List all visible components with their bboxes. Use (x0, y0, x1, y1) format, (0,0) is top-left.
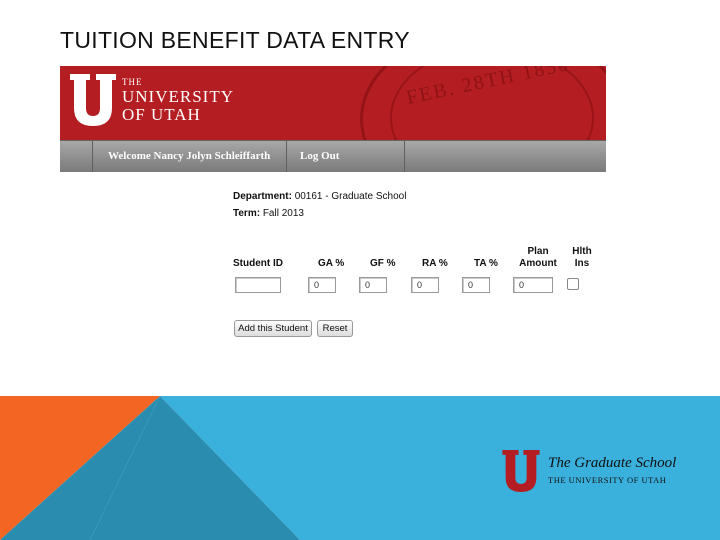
logout-link[interactable]: Log Out (300, 150, 339, 162)
col-plan-amount-line2: Amount (519, 258, 557, 269)
university-wordmark[interactable]: THE UNIVERSITY OF UTAH (122, 77, 234, 124)
graduate-school-title: The Graduate School (548, 455, 677, 471)
web-app-screenshot: FEB. 28TH 1850 THE UNIVERSITY OF UTAH We… (60, 66, 606, 396)
ta-percent-input[interactable]: 0 (462, 277, 490, 293)
ra-percent-input[interactable]: 0 (411, 277, 439, 293)
slide-title: TUITION BENEFIT DATA ENTRY (60, 27, 410, 53)
nav-separator (286, 141, 287, 172)
student-id-input[interactable] (235, 277, 281, 293)
graduate-school-subtitle: THE UNIVERSITY OF UTAH (548, 475, 667, 485)
graduate-school-u-icon (502, 450, 540, 492)
term-label: Term: (233, 208, 261, 219)
nav-separator (404, 141, 405, 172)
gf-percent-input[interactable]: 0 (359, 277, 387, 293)
wordmark-university: UNIVERSITY (122, 87, 234, 106)
university-banner: FEB. 28TH 1850 THE UNIVERSITY OF UTAH (60, 66, 606, 140)
wordmark-the: THE (122, 77, 143, 87)
term-value: Fall 2013 (262, 208, 304, 219)
add-student-button[interactable]: Add this Student (234, 320, 312, 337)
col-student-id: Student ID (233, 258, 283, 269)
col-hlth-ins-line2: Ins (574, 258, 590, 269)
col-ra: RA % (422, 258, 448, 269)
u-logo-icon[interactable] (70, 74, 116, 126)
reset-button[interactable]: Reset (317, 320, 353, 337)
entry-form: Department: 00161 - Graduate School Term… (60, 171, 606, 396)
col-hlth-ins-line1: Hlth (572, 246, 592, 257)
department-label: Department: (233, 191, 292, 202)
nav-bar: Welcome Nancy Jolyn Schleiffarth Log Out (60, 140, 606, 172)
col-gf: GF % (370, 258, 396, 269)
col-plan-amount-line1: Plan (527, 246, 549, 257)
col-plan-amount: Plan Amount (518, 246, 558, 270)
ga-percent-input[interactable]: 0 (308, 277, 336, 293)
department-line: Department: 00161 - Graduate School (233, 191, 406, 202)
nav-separator (92, 141, 93, 172)
wordmark-of-utah: OF UTAH (122, 105, 201, 124)
welcome-text: Welcome Nancy Jolyn Schleiffarth (108, 150, 271, 162)
department-value: 00161 - Graduate School (294, 191, 407, 202)
col-ga: GA % (318, 258, 345, 269)
health-ins-checkbox[interactable] (567, 278, 579, 290)
col-ta: TA % (474, 258, 498, 269)
plan-amount-input[interactable]: 0 (513, 277, 553, 293)
term-line: Term: Fall 2013 (233, 208, 304, 219)
col-hlth-ins: Hlth Ins (568, 246, 596, 270)
